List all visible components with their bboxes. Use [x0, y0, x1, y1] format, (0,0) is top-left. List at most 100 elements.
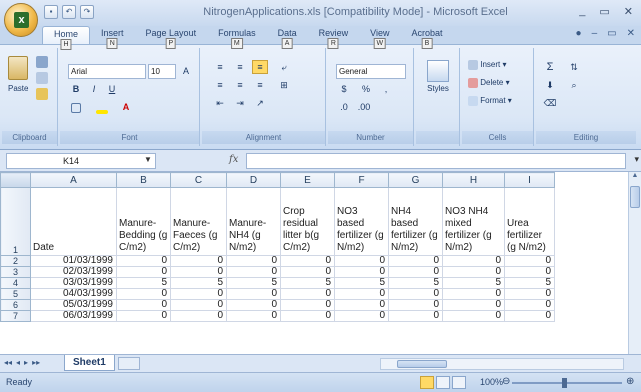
merge-center-button[interactable]: ⊞	[276, 78, 292, 92]
maximize-button[interactable]: ▭	[599, 5, 609, 18]
value-cell[interactable]: 0	[442, 288, 505, 300]
align-top-button[interactable]: ≡	[212, 60, 228, 74]
value-cell[interactable]: 0	[226, 255, 281, 267]
value-cell[interactable]: 0	[226, 266, 281, 278]
date-cell[interactable]: 05/03/1999	[30, 299, 117, 311]
value-cell[interactable]: 0	[504, 299, 555, 311]
zoom-slider-thumb[interactable]	[562, 378, 567, 388]
value-cell[interactable]: 0	[504, 266, 555, 278]
row-header[interactable]: 7	[0, 310, 31, 322]
font-size-select[interactable]: 10	[148, 64, 176, 79]
help-icon[interactable]: ●	[576, 28, 582, 39]
value-cell[interactable]: 0	[116, 266, 171, 278]
value-cell[interactable]: 0	[388, 255, 443, 267]
vertical-scroll-thumb[interactable]	[630, 186, 640, 208]
value-cell[interactable]: 0	[170, 266, 227, 278]
value-cell[interactable]: 0	[116, 310, 171, 322]
close-button[interactable]: ✕	[624, 5, 633, 18]
row-header[interactable]: 6	[0, 299, 31, 311]
value-cell[interactable]: 0	[334, 299, 389, 311]
next-sheet-icon[interactable]: ▸	[24, 358, 28, 367]
insert-cells-button[interactable]: Insert ▾	[468, 60, 507, 70]
tab-view[interactable]: View W	[359, 26, 400, 49]
vertical-scrollbar[interactable]: ▲	[628, 172, 641, 354]
row-header[interactable]: 3	[0, 266, 31, 278]
value-cell[interactable]: 5	[170, 277, 227, 289]
row-header[interactable]: 4	[0, 277, 31, 289]
align-right-button[interactable]: ≡	[252, 78, 268, 92]
value-cell[interactable]: 0	[226, 288, 281, 300]
tab-review[interactable]: Review R	[308, 26, 360, 49]
value-cell[interactable]: 0	[442, 255, 505, 267]
ribbon-restore-icon[interactable]: ▭	[607, 28, 616, 39]
select-all-corner[interactable]	[0, 172, 31, 188]
bold-button[interactable]: B	[68, 82, 84, 96]
value-cell[interactable]: 0	[170, 310, 227, 322]
value-cell[interactable]: 0	[388, 266, 443, 278]
value-cell[interactable]: 0	[170, 288, 227, 300]
sort-filter-button[interactable]: ⇅	[566, 60, 582, 74]
tab-page-layout[interactable]: Page Layout P	[135, 26, 208, 49]
tab-data[interactable]: Data A	[267, 26, 308, 49]
percent-button[interactable]: %	[358, 82, 374, 96]
align-center-button[interactable]: ≡	[232, 78, 248, 92]
align-bottom-button[interactable]: ≡	[252, 60, 268, 74]
value-cell[interactable]: 0	[280, 299, 335, 311]
value-cell[interactable]: 0	[170, 255, 227, 267]
value-cell[interactable]: 0	[334, 255, 389, 267]
value-cell[interactable]: 0	[226, 299, 281, 311]
clear-button[interactable]: ⌫	[542, 96, 558, 110]
value-cell[interactable]: 0	[504, 255, 555, 267]
value-cell[interactable]: 0	[280, 266, 335, 278]
value-cell[interactable]: 0	[504, 310, 555, 322]
comma-button[interactable]: ,	[378, 82, 394, 96]
number-format-select[interactable]: General	[336, 64, 406, 79]
align-left-button[interactable]: ≡	[212, 78, 228, 92]
increase-decimal-button[interactable]: .0	[336, 100, 352, 114]
date-cell[interactable]: 04/03/1999	[30, 288, 117, 300]
value-cell[interactable]: 0	[280, 310, 335, 322]
name-box-dropdown-icon[interactable]: ▼	[144, 155, 152, 164]
first-sheet-icon[interactable]: ◂◂	[4, 358, 12, 367]
tab-acrobat[interactable]: Acrobat B	[400, 26, 453, 49]
expand-formula-bar-icon[interactable]: ▾	[634, 154, 639, 165]
copy-button[interactable]	[36, 72, 48, 84]
insert-sheet-button[interactable]	[118, 357, 140, 370]
value-cell[interactable]: 5	[504, 277, 555, 289]
italic-button[interactable]: I	[86, 82, 102, 96]
delete-cells-button[interactable]: Delete ▾	[468, 78, 510, 88]
value-cell[interactable]: 0	[388, 288, 443, 300]
column-header-c[interactable]: C	[170, 172, 227, 188]
wrap-text-button[interactable]: ⤶	[276, 60, 292, 74]
page-break-view-icon[interactable]	[452, 376, 466, 389]
font-color-button[interactable]: A	[118, 100, 134, 114]
sheet-tab-sheet1[interactable]: Sheet1	[64, 355, 115, 371]
value-cell[interactable]: 0	[334, 266, 389, 278]
page-layout-view-icon[interactable]	[436, 376, 450, 389]
date-cell[interactable]: 02/03/1999	[30, 266, 117, 278]
scroll-up-icon[interactable]: ▲	[629, 172, 641, 185]
value-cell[interactable]: 0	[442, 266, 505, 278]
value-cell[interactable]: 0	[388, 299, 443, 311]
underline-button[interactable]: U	[104, 82, 120, 96]
column-header-b[interactable]: B	[116, 172, 171, 188]
date-cell[interactable]: 01/03/1999	[30, 255, 117, 267]
ribbon-minimize-icon[interactable]: –	[592, 28, 598, 39]
header-cell[interactable]: NO3 based fertilizer (g N/m2)	[334, 187, 389, 256]
value-cell[interactable]: 0	[170, 299, 227, 311]
value-cell[interactable]: 5	[334, 277, 389, 289]
horizontal-scroll-thumb[interactable]	[397, 360, 447, 368]
zoom-slider[interactable]	[512, 382, 622, 384]
header-cell[interactable]: NO3 NH4 mixed fertilizer (g N/m2)	[442, 187, 505, 256]
tab-home[interactable]: Home H	[42, 26, 91, 50]
column-header-e[interactable]: E	[280, 172, 335, 188]
column-header-a[interactable]: A	[30, 172, 117, 188]
fill-button[interactable]: ⬇	[542, 78, 558, 92]
row-header[interactable]: 2	[0, 255, 31, 267]
last-sheet-icon[interactable]: ▸▸	[32, 358, 40, 367]
zoom-level[interactable]: 100%	[480, 377, 503, 387]
format-cells-button[interactable]: Format ▾	[468, 96, 512, 106]
value-cell[interactable]: 5	[280, 277, 335, 289]
cut-button[interactable]	[36, 56, 48, 68]
header-cell[interactable]: Manure-NH4 (g N/m2)	[226, 187, 281, 256]
